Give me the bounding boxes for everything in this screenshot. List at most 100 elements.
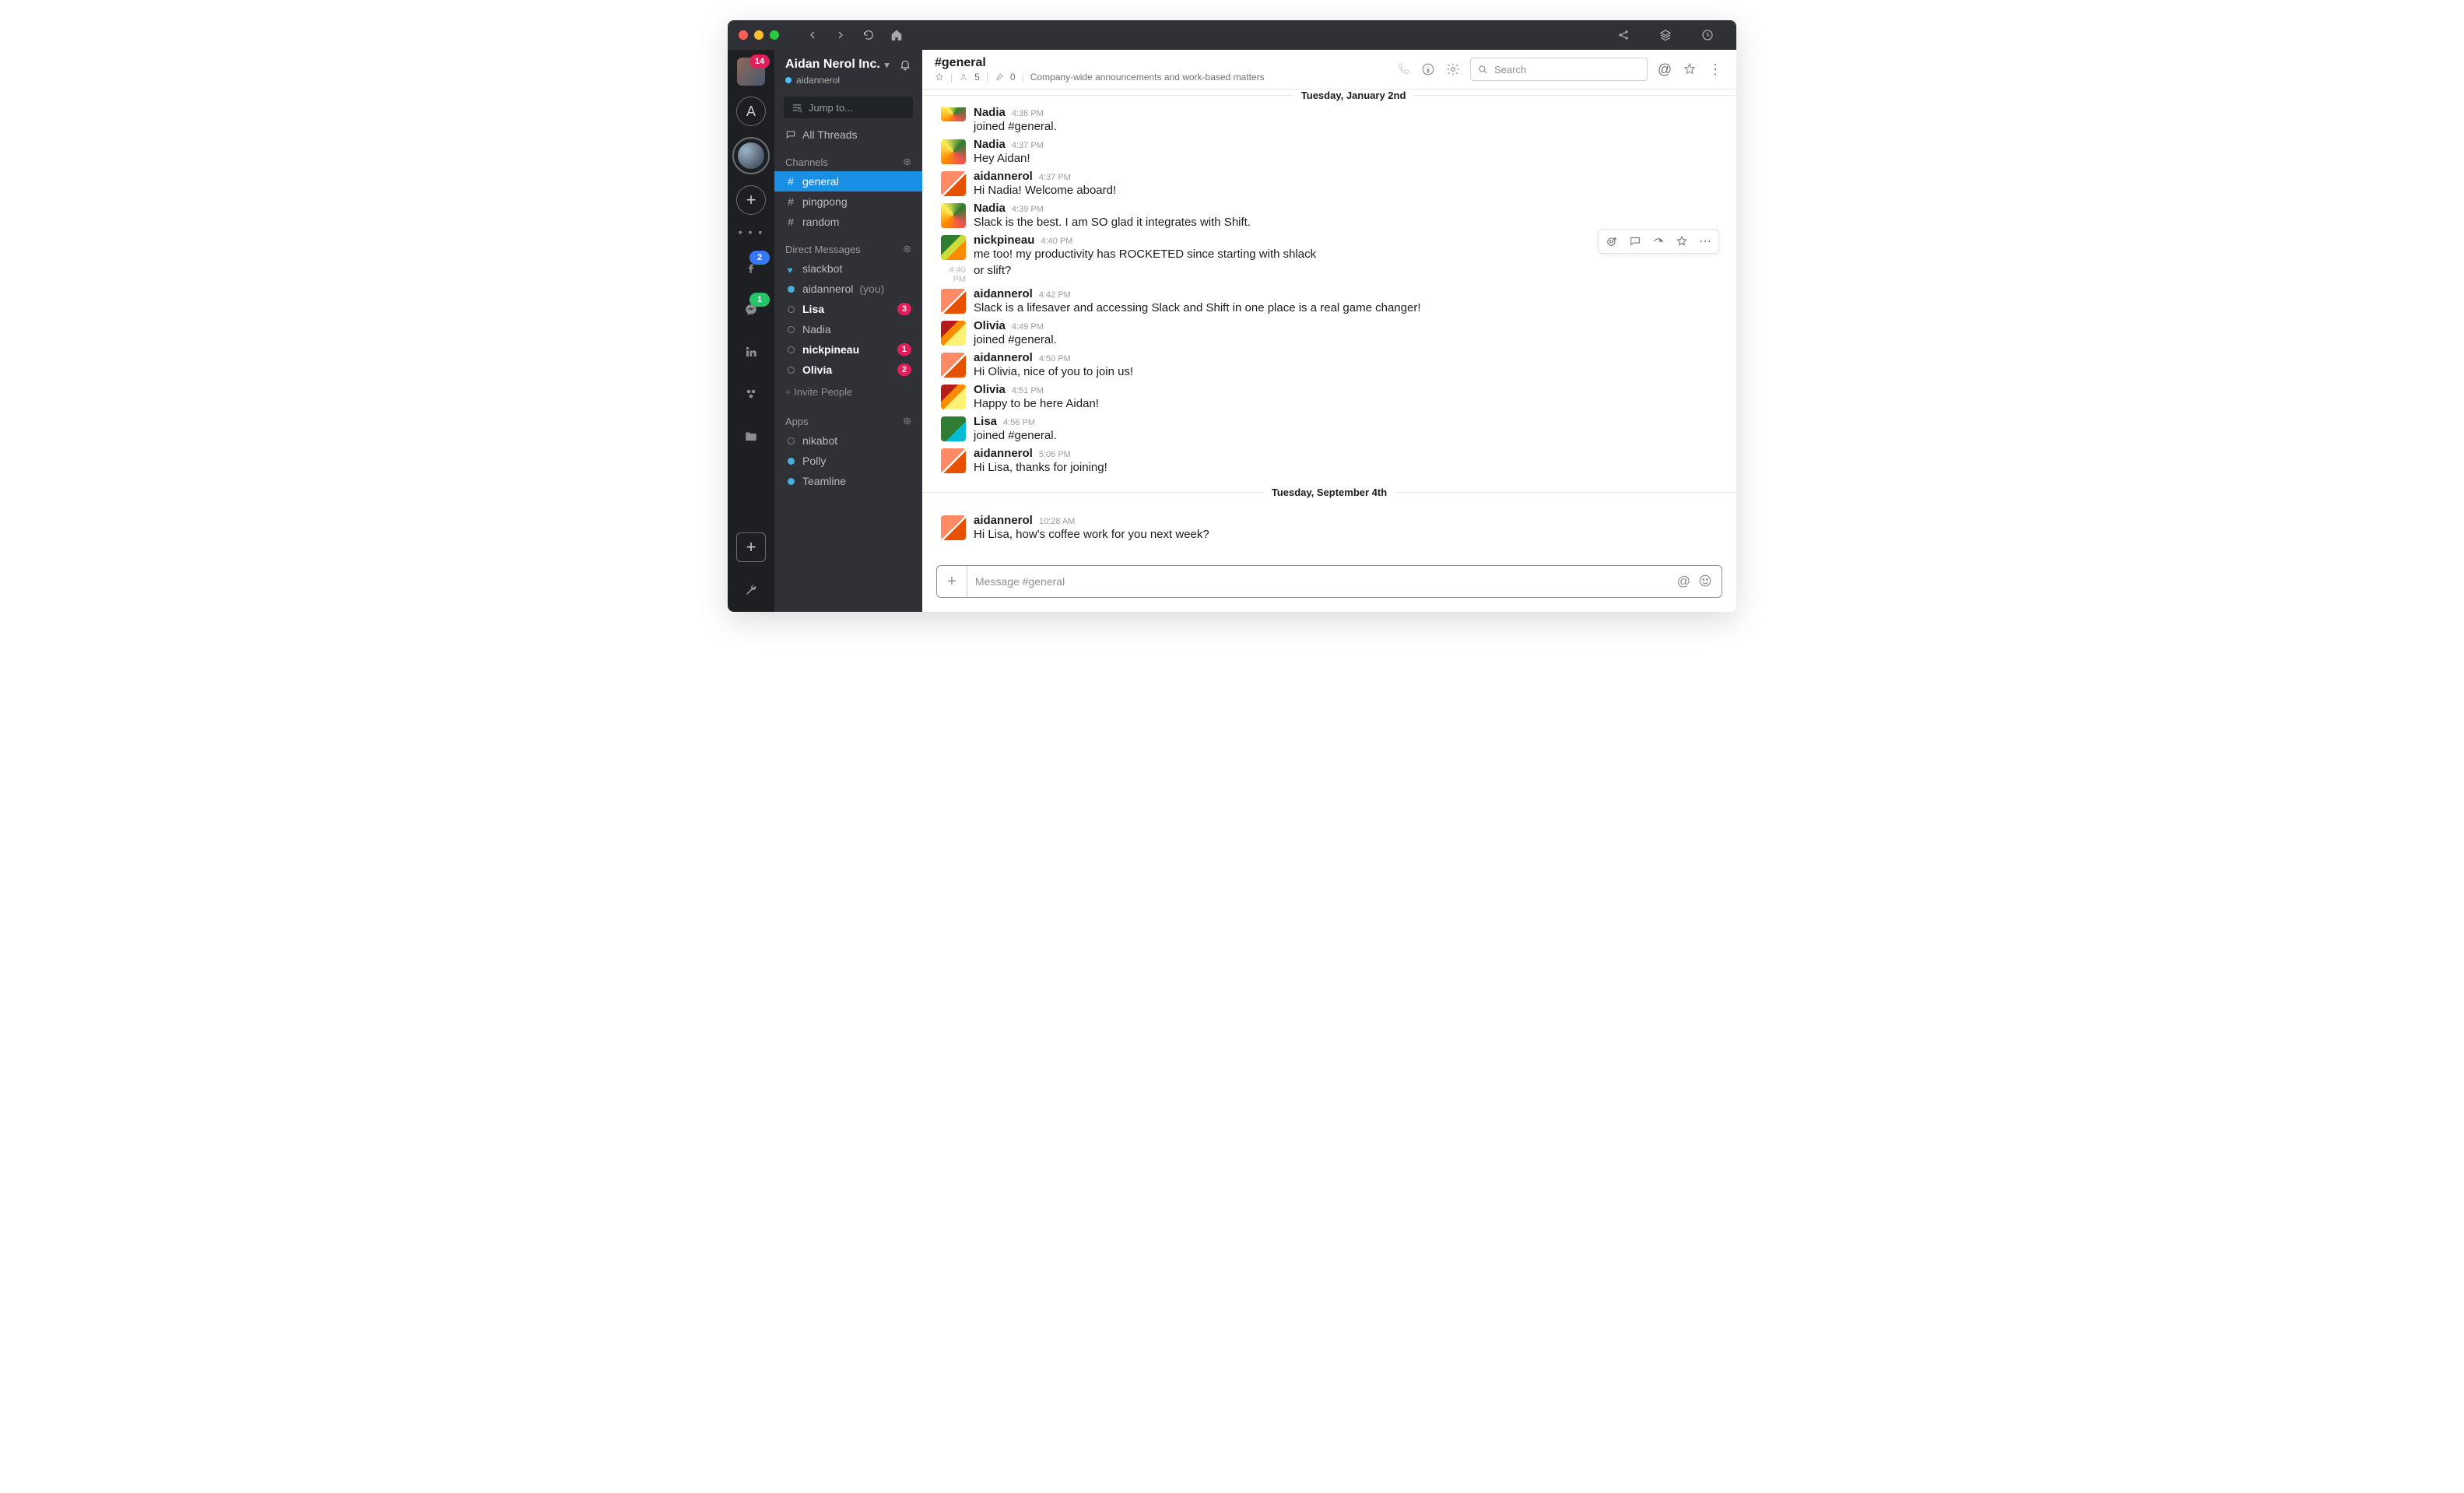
apps-header[interactable]: Apps ⊕: [774, 404, 922, 430]
layers-icon[interactable]: [1652, 25, 1679, 45]
back-icon[interactable]: [806, 28, 820, 42]
message[interactable]: Nadia4:36 PMjoined #general.: [922, 104, 1736, 136]
channels-header[interactable]: Channels ⊕: [774, 145, 922, 171]
add-app-icon[interactable]: ⊕: [903, 415, 911, 427]
add-dm-icon[interactable]: ⊕: [903, 243, 911, 255]
sidebar-dm-nickpineau[interactable]: nickpineau1: [774, 339, 922, 360]
message[interactable]: Nadia4:37 PMHey Aidan!: [922, 136, 1736, 168]
share-icon[interactable]: [1610, 25, 1637, 45]
forward-icon[interactable]: [834, 28, 848, 42]
reload-icon[interactable]: [862, 28, 876, 42]
rail-folder[interactable]: [737, 422, 765, 450]
overflow-icon[interactable]: ⋮: [1707, 61, 1724, 78]
invite-people[interactable]: + Invite People: [774, 380, 922, 404]
compose-input[interactable]: [967, 575, 1668, 588]
thread-icon[interactable]: [1623, 231, 1647, 251]
sidebar-app-nikabot[interactable]: nikabot: [774, 430, 922, 451]
message[interactable]: Olivia4:49 PMjoined #general.: [922, 318, 1736, 350]
rail-workspace-2[interactable]: A: [736, 97, 766, 126]
avatar[interactable]: [941, 289, 966, 314]
rail-linkedin[interactable]: [737, 338, 765, 366]
sidebar-channel-general[interactable]: #general: [774, 171, 922, 191]
info-icon[interactable]: [1420, 61, 1436, 77]
message-author[interactable]: Nadia: [974, 106, 1006, 119]
rail-add-app[interactable]: +: [736, 532, 766, 562]
message[interactable]: aidannerol4:50 PMHi Olivia, nice of you …: [922, 350, 1736, 381]
jump-to[interactable]: Jump to...: [784, 97, 913, 118]
message-author[interactable]: aidannerol: [974, 170, 1033, 183]
avatar[interactable]: [941, 139, 966, 164]
message-author[interactable]: aidannerol: [974, 514, 1033, 527]
avatar[interactable]: [941, 171, 966, 196]
compose-add-icon[interactable]: +: [937, 566, 967, 597]
message[interactable]: Olivia4:51 PMHappy to be here Aidan!: [922, 381, 1736, 413]
sidebar-channel-random[interactable]: #random: [774, 212, 922, 232]
avatar[interactable]: [941, 235, 966, 260]
message-author[interactable]: Nadia: [974, 138, 1006, 151]
rail-settings[interactable]: [737, 576, 765, 604]
share-arrow-icon[interactable]: [1647, 231, 1670, 251]
bell-icon[interactable]: [899, 58, 911, 71]
dms-header[interactable]: Direct Messages ⊕: [774, 232, 922, 258]
avatar[interactable]: [941, 321, 966, 346]
sidebar-channel-pingpong[interactable]: #pingpong: [774, 191, 922, 212]
search-input[interactable]: [1493, 63, 1641, 76]
avatar[interactable]: [941, 107, 966, 121]
message[interactable]: Lisa4:56 PMjoined #general.: [922, 413, 1736, 445]
window-minimize[interactable]: [754, 30, 763, 40]
avatar[interactable]: [941, 416, 966, 441]
avatar[interactable]: [941, 515, 966, 540]
avatar[interactable]: [941, 385, 966, 409]
sidebar-app-teamline[interactable]: Teamline: [774, 471, 922, 491]
sidebar-app-polly[interactable]: Polly: [774, 451, 922, 471]
add-reaction-icon[interactable]: [1600, 231, 1623, 251]
window-zoom[interactable]: [770, 30, 779, 40]
members-icon[interactable]: [959, 72, 968, 82]
add-channel-icon[interactable]: ⊕: [903, 156, 911, 168]
star-outline-icon[interactable]: [1682, 61, 1697, 77]
rail-more[interactable]: • • •: [739, 226, 763, 238]
sidebar-dm-lisa[interactable]: Lisa3: [774, 299, 922, 319]
message-author[interactable]: aidannerol: [974, 351, 1033, 364]
all-threads[interactable]: All Threads: [774, 125, 922, 145]
message[interactable]: nickpineau4:40 PMme too! my productivity…: [922, 232, 1736, 264]
message-author[interactable]: aidannerol: [974, 447, 1033, 460]
message-author[interactable]: nickpineau: [974, 234, 1034, 247]
window-close[interactable]: [739, 30, 748, 40]
avatar[interactable]: [941, 353, 966, 378]
sidebar-dm-slackbot[interactable]: ♥slackbot: [774, 258, 922, 279]
rail-add-workspace[interactable]: +: [736, 185, 766, 215]
avatar[interactable]: [941, 203, 966, 228]
message[interactable]: aidannerol4:42 PMSlack is a lifesaver an…: [922, 286, 1736, 318]
at-icon[interactable]: @: [1677, 574, 1690, 589]
message-author[interactable]: Olivia: [974, 319, 1006, 332]
gear-icon[interactable]: [1445, 61, 1461, 77]
emoji-icon[interactable]: [1698, 574, 1712, 589]
history-icon[interactable]: [1694, 25, 1721, 45]
rail-workspace-1[interactable]: 14: [737, 58, 765, 86]
message[interactable]: aidannerol10:28 AMHi Lisa, how's coffee …: [922, 512, 1736, 544]
mentions-icon[interactable]: @: [1657, 61, 1673, 77]
message-author[interactable]: Nadia: [974, 202, 1006, 215]
sidebar-dm-aidannerol[interactable]: aidannerol (you): [774, 279, 922, 299]
rail-workspace-3[interactable]: [732, 137, 770, 174]
message-list[interactable]: Tuesday, January 2ndNadia4:36 PMjoined #…: [922, 90, 1736, 557]
sidebar-dm-olivia[interactable]: Olivia2: [774, 360, 922, 380]
message[interactable]: aidannerol4:37 PMHi Nadia! Welcome aboar…: [922, 168, 1736, 200]
sidebar-dm-nadia[interactable]: Nadia: [774, 319, 922, 339]
message[interactable]: Nadia4:39 PMSlack is the best. I am SO g…: [922, 200, 1736, 232]
home-icon[interactable]: [890, 28, 904, 42]
message[interactable]: aidannerol5:06 PMHi Lisa, thanks for joi…: [922, 445, 1736, 477]
compose-box[interactable]: + @: [936, 565, 1722, 598]
message[interactable]: 4:40 PMor slift?: [922, 264, 1736, 286]
rail-facebook[interactable]: 2: [737, 254, 765, 282]
rail-messenger[interactable]: 1: [737, 296, 765, 324]
message-author[interactable]: aidannerol: [974, 287, 1033, 300]
rail-app-generic[interactable]: [737, 380, 765, 408]
star-icon[interactable]: [935, 72, 944, 82]
message-author[interactable]: Olivia: [974, 383, 1006, 396]
workspace-header[interactable]: Aidan Nerol Inc. ▾ aidannerol: [774, 50, 922, 90]
message-author[interactable]: Lisa: [974, 415, 997, 428]
call-icon[interactable]: [1395, 61, 1411, 77]
pin-icon[interactable]: [995, 72, 1004, 82]
